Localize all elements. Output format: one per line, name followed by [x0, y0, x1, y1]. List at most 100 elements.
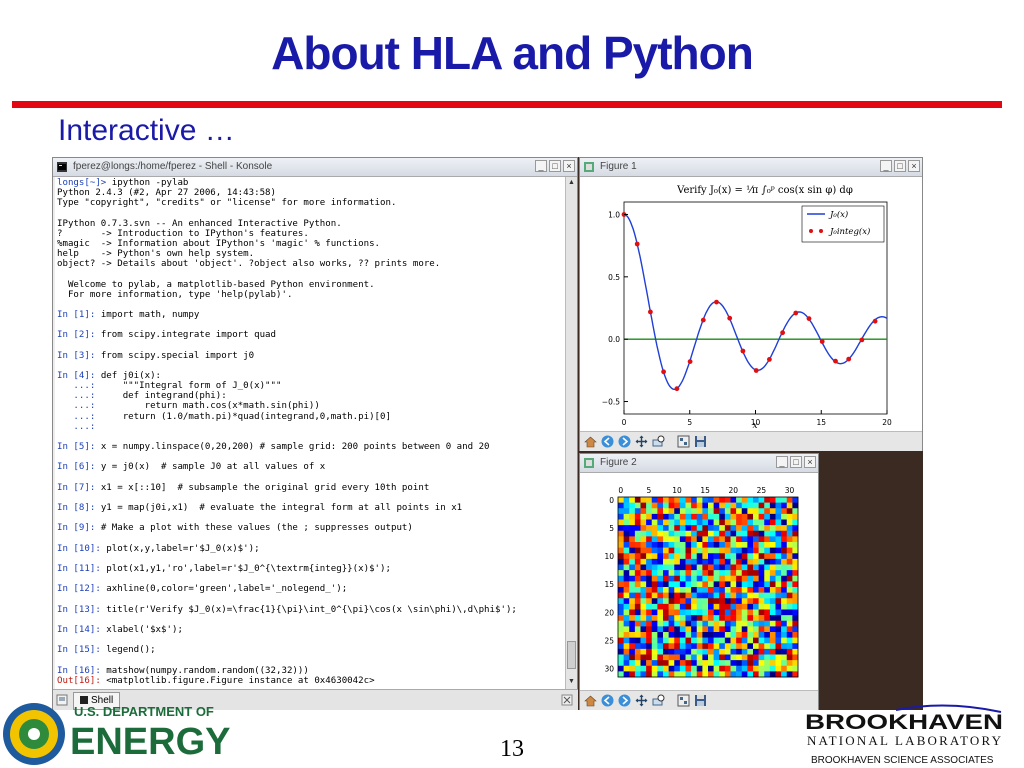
matrix-cell [634, 637, 641, 644]
x-tick-label: 20 [882, 418, 892, 427]
matrix-cell [724, 643, 731, 650]
matrix-cell [651, 558, 658, 565]
matrix-cell [747, 609, 754, 616]
pan-icon[interactable] [635, 435, 648, 448]
zoom-icon[interactable] [652, 435, 665, 448]
save-icon[interactable] [694, 435, 707, 448]
matrix-cell [753, 497, 759, 503]
minimize-button[interactable]: _ [776, 456, 788, 468]
matrix-cell [758, 620, 765, 627]
matrix-cell [651, 609, 658, 616]
data-point-integ [859, 337, 865, 343]
terminal-text: return math.cos(x*math.sin(phi)) [100, 401, 320, 412]
matrix-cell [651, 615, 658, 622]
forward-icon[interactable] [618, 694, 631, 707]
terminal-scrollbar[interactable]: ▲ ▼ [565, 177, 577, 689]
close-button[interactable]: × [804, 456, 816, 468]
matrix-cell [691, 547, 698, 554]
home-icon[interactable] [584, 694, 597, 707]
scroll-down-icon[interactable]: ▼ [567, 677, 576, 686]
matrix-cell [629, 620, 636, 627]
matrix-cell [679, 508, 686, 515]
matrix-cell [674, 542, 681, 548]
prompt: ...: [57, 381, 101, 392]
terminal-line: In [16]: matshow(numpy.random.random((32… [57, 666, 563, 676]
figure2-titlebar[interactable]: Figure 2 _ □ × [580, 454, 818, 473]
matrix-cell [724, 660, 731, 667]
y-tick-label: 30 [604, 665, 614, 674]
matrix-cell [668, 536, 675, 543]
matrix-cell [623, 513, 630, 520]
home-icon[interactable] [584, 435, 597, 448]
maximize-button[interactable]: □ [549, 160, 561, 172]
data-point-integ [740, 348, 746, 354]
matrix-cell [657, 615, 664, 622]
figure1-titlebar[interactable]: Figure 1 _ □ × [580, 158, 922, 177]
figure1-toolbar [580, 431, 922, 451]
matrix-cell [724, 558, 731, 565]
matrix-cell [713, 643, 720, 650]
terminal-text: object? -> Details about 'object'. ?obje… [57, 259, 441, 270]
matrix-cell [646, 598, 653, 605]
scrollbar-thumb[interactable] [567, 641, 576, 669]
data-point-integ [648, 309, 653, 315]
matrix-cell [775, 626, 782, 633]
matrix-cell [747, 660, 754, 667]
konsole-window[interactable]: fperez@longs:/home/fperez - Shell - Kons… [52, 157, 578, 710]
back-icon[interactable] [601, 694, 614, 707]
minimize-button[interactable]: _ [880, 160, 892, 172]
matrix-cell [792, 660, 799, 667]
matrix-cell [713, 615, 720, 622]
back-icon[interactable] [601, 435, 614, 448]
matrix-cell [702, 575, 709, 582]
save-icon[interactable] [694, 694, 707, 707]
zoom-icon[interactable] [652, 694, 665, 707]
terminal-text: from scipy.special import j0 [100, 350, 255, 361]
subplots-icon[interactable] [677, 694, 690, 707]
matrix-cell [618, 525, 624, 532]
matrix-cell [781, 542, 788, 548]
matrix-cell [792, 558, 799, 565]
figure1-window[interactable]: Figure 1 _ □ × Verify J₀(x) = ¹⁄π ∫₀ᵖ co… [579, 157, 923, 451]
matrix-cell [730, 609, 737, 616]
matrix-cell [696, 542, 703, 548]
close-tab-icon[interactable] [561, 694, 573, 706]
figure2-window[interactable]: Figure 2 _ □ × 0 0 5 5 10 10 15 15 20 20 25 25 30 30 [579, 453, 819, 710]
matrix-cell [691, 592, 698, 599]
matrix-cell [640, 592, 647, 599]
matrix-cell [769, 587, 776, 593]
forward-icon[interactable] [618, 435, 631, 448]
minimize-button[interactable]: _ [535, 160, 547, 172]
subplots-icon[interactable] [677, 435, 690, 448]
matrix-cell [747, 530, 754, 537]
pan-icon[interactable] [635, 694, 648, 707]
data-point-integ [819, 339, 825, 344]
maximize-button[interactable]: □ [894, 160, 906, 172]
matrix-cell [719, 603, 726, 610]
matrix-cell [758, 553, 765, 560]
matrix-cell [736, 547, 743, 554]
terminal-text: # Make a plot with these values (the ; s… [100, 523, 413, 534]
matrix-cell [708, 519, 714, 526]
matrix-cell [708, 575, 714, 582]
konsole-titlebar[interactable]: fperez@longs:/home/fperez - Shell - Kons… [53, 158, 577, 177]
matrix-cell [640, 536, 647, 543]
maximize-button[interactable]: □ [790, 456, 802, 468]
matrix-cell [736, 648, 743, 655]
matrix-cell [674, 513, 681, 520]
matrix-cell [724, 502, 731, 509]
matrix-cell [618, 581, 624, 588]
matrix-cell [629, 603, 636, 610]
matrix-cell [623, 598, 630, 605]
close-button[interactable]: × [563, 160, 575, 172]
matrix-cell [623, 603, 630, 610]
matrix-cell [775, 665, 782, 672]
figure-icon [584, 162, 594, 172]
matrix-cell [623, 519, 630, 526]
scroll-up-icon[interactable]: ▲ [567, 178, 576, 187]
matrix-cell [708, 660, 714, 667]
close-button[interactable]: × [908, 160, 920, 172]
matrix-cell [623, 502, 630, 509]
terminal-output[interactable]: longs[~]> ipython -pylab Python 2.4.3 (#2… [55, 177, 565, 689]
